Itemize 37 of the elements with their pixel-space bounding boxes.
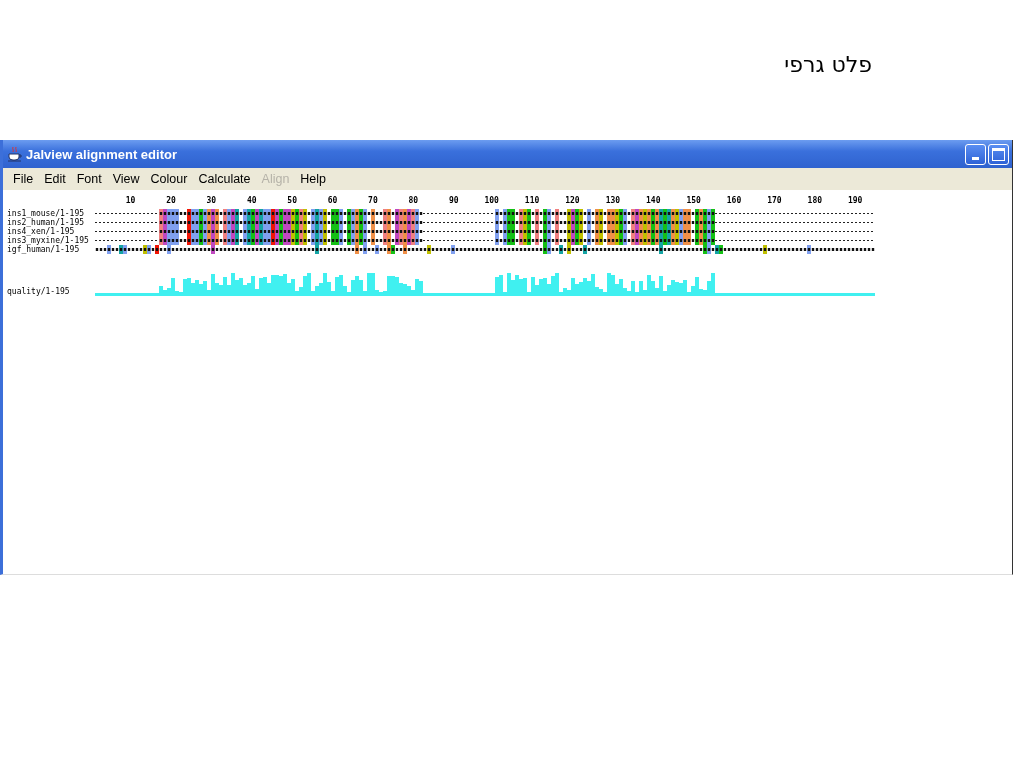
sequence-name: ins2_human/1-195 (7, 218, 86, 227)
ruler-label: 30 (205, 196, 217, 207)
menu-item[interactable]: Colour (146, 172, 192, 186)
ruler-label: 190 (846, 196, 863, 207)
ruler-label: 180 (806, 196, 823, 207)
menu-item[interactable]: Calculate (194, 172, 255, 186)
ruler-label: 20 (165, 196, 176, 207)
menu-item[interactable]: Font (72, 172, 106, 186)
ruler-label: 140 (645, 196, 661, 207)
ruler-label: 70 (367, 196, 378, 207)
ruler-label: 130 (604, 196, 621, 207)
ruler-label: 110 (523, 196, 540, 207)
ruler-label: 120 (564, 196, 580, 207)
menu-item[interactable]: File (9, 172, 38, 186)
ruler-label: 90 (447, 196, 459, 207)
menu-item[interactable]: View (108, 172, 144, 186)
sequence-name: ins1_mouse/1-195 (7, 209, 86, 218)
ruler-label: 10 (124, 196, 136, 207)
ruler-label: 50 (286, 196, 297, 207)
coffee-cup-icon (7, 146, 23, 162)
ruler-label: 150 (685, 196, 701, 207)
slide-title: פלט גרפי (784, 52, 872, 77)
ruler-label: 160 (725, 196, 742, 207)
window-title: Jalview alignment editor (26, 146, 178, 162)
menu-item[interactable]: Help (296, 172, 331, 186)
sequence-name: ins4_xen/1-195 (7, 227, 75, 236)
maximize-button[interactable] (988, 143, 1009, 165)
ruler-label: 60 (326, 196, 338, 207)
ruler-label: 100 (483, 196, 499, 207)
sequence-name: ins3_myxine/1-195 (7, 236, 90, 245)
sequence-name: igf_human/1-195 (7, 245, 80, 254)
menu-item[interactable]: Edit (40, 172, 70, 186)
ruler-label: 170 (766, 196, 782, 207)
ruler-label: 40 (245, 196, 257, 207)
annotation-label: quality/1-195 (7, 287, 70, 296)
minimize-button[interactable] (965, 143, 986, 165)
ruler-label: 80 (407, 196, 419, 207)
